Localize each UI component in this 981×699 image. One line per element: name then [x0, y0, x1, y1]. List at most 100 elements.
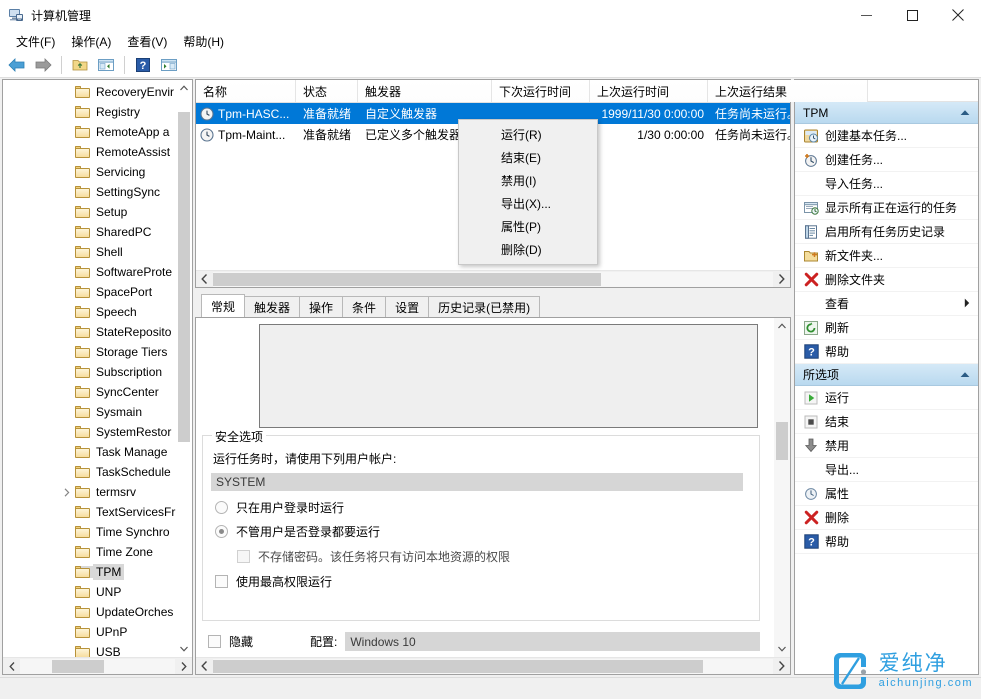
- checkbox-do-not-store-password[interactable]: [237, 550, 250, 563]
- tree-node-speech[interactable]: Speech: [3, 302, 176, 322]
- detail-scroll-track[interactable]: [774, 334, 790, 641]
- tree-node-upnp[interactable]: UPnP: [3, 622, 176, 642]
- tree-node-softwareprote[interactable]: SoftwareProte: [3, 262, 176, 282]
- task-list-horizontal-scrollbar[interactable]: [196, 270, 790, 287]
- tree-node-synccenter[interactable]: SyncCenter: [3, 382, 176, 402]
- column-header-4[interactable]: 上次运行时间: [590, 80, 708, 102]
- column-header-2[interactable]: 触发器: [358, 80, 492, 102]
- chevron-up-icon[interactable]: [960, 370, 970, 380]
- tab-0[interactable]: 常规: [201, 294, 245, 317]
- tree-node-settingsync[interactable]: SettingSync: [3, 182, 176, 202]
- tree-node-shell[interactable]: Shell: [3, 242, 176, 262]
- tree-node-task-manage[interactable]: Task Manage: [3, 442, 176, 462]
- tree-node-time-zone[interactable]: Time Zone: [3, 542, 176, 562]
- action-enable-all-history[interactable]: 启用所有任务历史记录: [795, 220, 978, 244]
- action-disable[interactable]: 禁用: [795, 434, 978, 458]
- radio-run-whether-user-logged-on[interactable]: [215, 525, 228, 538]
- tree-hscroll-track[interactable]: [20, 659, 175, 674]
- tree-vertical-scrollbar[interactable]: [176, 80, 192, 657]
- action-delete[interactable]: 删除: [795, 506, 978, 530]
- tree-node-unp[interactable]: UNP: [3, 582, 176, 602]
- action-export[interactable]: 导出...: [795, 458, 978, 482]
- list-hscroll-left-arrow[interactable]: [196, 271, 213, 288]
- chevron-up-icon[interactable]: [960, 108, 970, 118]
- tree-scroll-track[interactable]: [176, 96, 192, 641]
- tree-node-termsrv[interactable]: termsrv: [3, 482, 176, 502]
- up-folder-button[interactable]: [68, 54, 92, 76]
- detail-hscroll-left-arrow[interactable]: [196, 658, 213, 675]
- actions-group-tpm[interactable]: TPM: [795, 102, 978, 124]
- action-create-basic-task[interactable]: 创建基本任务...: [795, 124, 978, 148]
- tree-node-remoteapp-a[interactable]: RemoteApp a: [3, 122, 176, 142]
- tree-node-updateorches[interactable]: UpdateOrches: [3, 602, 176, 622]
- action-new-folder[interactable]: 新文件夹...: [795, 244, 978, 268]
- column-header-0[interactable]: 名称: [196, 80, 296, 102]
- maximize-button[interactable]: [889, 0, 935, 30]
- tree-hscroll-thumb[interactable]: [52, 660, 104, 673]
- tree-scroll-thumb[interactable]: [178, 112, 190, 442]
- tree-node-storage-tiers[interactable]: Storage Tiers: [3, 342, 176, 362]
- detail-hscroll-right-arrow[interactable]: [773, 658, 790, 675]
- action-view[interactable]: 查看: [795, 292, 978, 316]
- tab-2[interactable]: 操作: [299, 296, 343, 317]
- action-help[interactable]: ?帮助: [795, 340, 978, 364]
- tree-node-setup[interactable]: Setup: [3, 202, 176, 222]
- list-hscroll-thumb[interactable]: [213, 273, 601, 286]
- tree-horizontal-scrollbar[interactable]: [3, 657, 192, 674]
- detail-scroll-down-arrow[interactable]: [774, 641, 790, 657]
- actions-group-selected[interactable]: 所选项: [795, 364, 978, 386]
- detail-hscroll-track[interactable]: [213, 659, 773, 674]
- detail-hscroll-thumb[interactable]: [213, 660, 703, 673]
- detail-vertical-scrollbar[interactable]: [774, 318, 790, 657]
- list-hscroll-track[interactable]: [213, 272, 773, 287]
- tree-node-subscription[interactable]: Subscription: [3, 362, 176, 382]
- checkbox-run-highest-privileges[interactable]: [215, 575, 228, 588]
- show-action-pane-button[interactable]: [157, 54, 181, 76]
- ctx-disable[interactable]: 禁用(I): [459, 169, 597, 192]
- action-refresh[interactable]: 刷新: [795, 316, 978, 340]
- checkbox-hidden[interactable]: [208, 635, 221, 648]
- tree-node-recoveryenvir[interactable]: RecoveryEnvir: [3, 82, 176, 102]
- chevron-right-icon[interactable]: [59, 484, 75, 500]
- list-hscroll-right-arrow[interactable]: [773, 271, 790, 288]
- help-button[interactable]: ?: [131, 54, 155, 76]
- tree-scroll-up-arrow[interactable]: [176, 80, 192, 96]
- tree-node-remoteassist[interactable]: RemoteAssist: [3, 142, 176, 162]
- action-delete-folder[interactable]: 删除文件夹: [795, 268, 978, 292]
- back-button[interactable]: [5, 54, 29, 76]
- tree-node-sysmain[interactable]: Sysmain: [3, 402, 176, 422]
- ctx-run[interactable]: 运行(R): [459, 123, 597, 146]
- detail-horizontal-scrollbar[interactable]: [196, 657, 790, 674]
- column-header-3[interactable]: 下次运行时间: [492, 80, 590, 102]
- tree-node-registry[interactable]: Registry: [3, 102, 176, 122]
- column-header-1[interactable]: 状态: [296, 80, 358, 102]
- tree-node-usb[interactable]: USB: [3, 642, 176, 657]
- tree-node-systemrestor[interactable]: SystemRestor: [3, 422, 176, 442]
- forward-button[interactable]: [31, 54, 55, 76]
- detail-scroll-thumb[interactable]: [776, 422, 788, 460]
- action-show-running-tasks[interactable]: 显示所有正在运行的任务: [795, 196, 978, 220]
- action-end[interactable]: 结束: [795, 410, 978, 434]
- column-header-5[interactable]: 上次运行结果: [708, 80, 868, 102]
- tree-hscroll-left-arrow[interactable]: [3, 658, 20, 675]
- description-field[interactable]: [259, 324, 758, 428]
- tab-5[interactable]: 历史记录(已禁用): [428, 296, 540, 317]
- ctx-end[interactable]: 结束(E): [459, 146, 597, 169]
- tab-1[interactable]: 触发器: [244, 296, 300, 317]
- tree-node-servicing[interactable]: Servicing: [3, 162, 176, 182]
- tree-node-textservicesfr[interactable]: TextServicesFr: [3, 502, 176, 522]
- tree-node-tpm[interactable]: TPM: [3, 562, 176, 582]
- detail-scroll-up-arrow[interactable]: [774, 318, 790, 334]
- tree-hscroll-right-arrow[interactable]: [175, 658, 192, 675]
- menu-file[interactable]: 文件(F): [8, 31, 63, 52]
- action-properties[interactable]: 属性: [795, 482, 978, 506]
- action-create-task[interactable]: 创建任务...: [795, 148, 978, 172]
- action-run[interactable]: 运行: [795, 386, 978, 410]
- show-tree-button[interactable]: [94, 54, 118, 76]
- tab-3[interactable]: 条件: [342, 296, 386, 317]
- tab-4[interactable]: 设置: [385, 296, 429, 317]
- close-button[interactable]: [935, 0, 981, 30]
- action-help-2[interactable]: ?帮助: [795, 530, 978, 554]
- tree-node-taskschedule[interactable]: TaskSchedule: [3, 462, 176, 482]
- tree-node-time-synchro[interactable]: Time Synchro: [3, 522, 176, 542]
